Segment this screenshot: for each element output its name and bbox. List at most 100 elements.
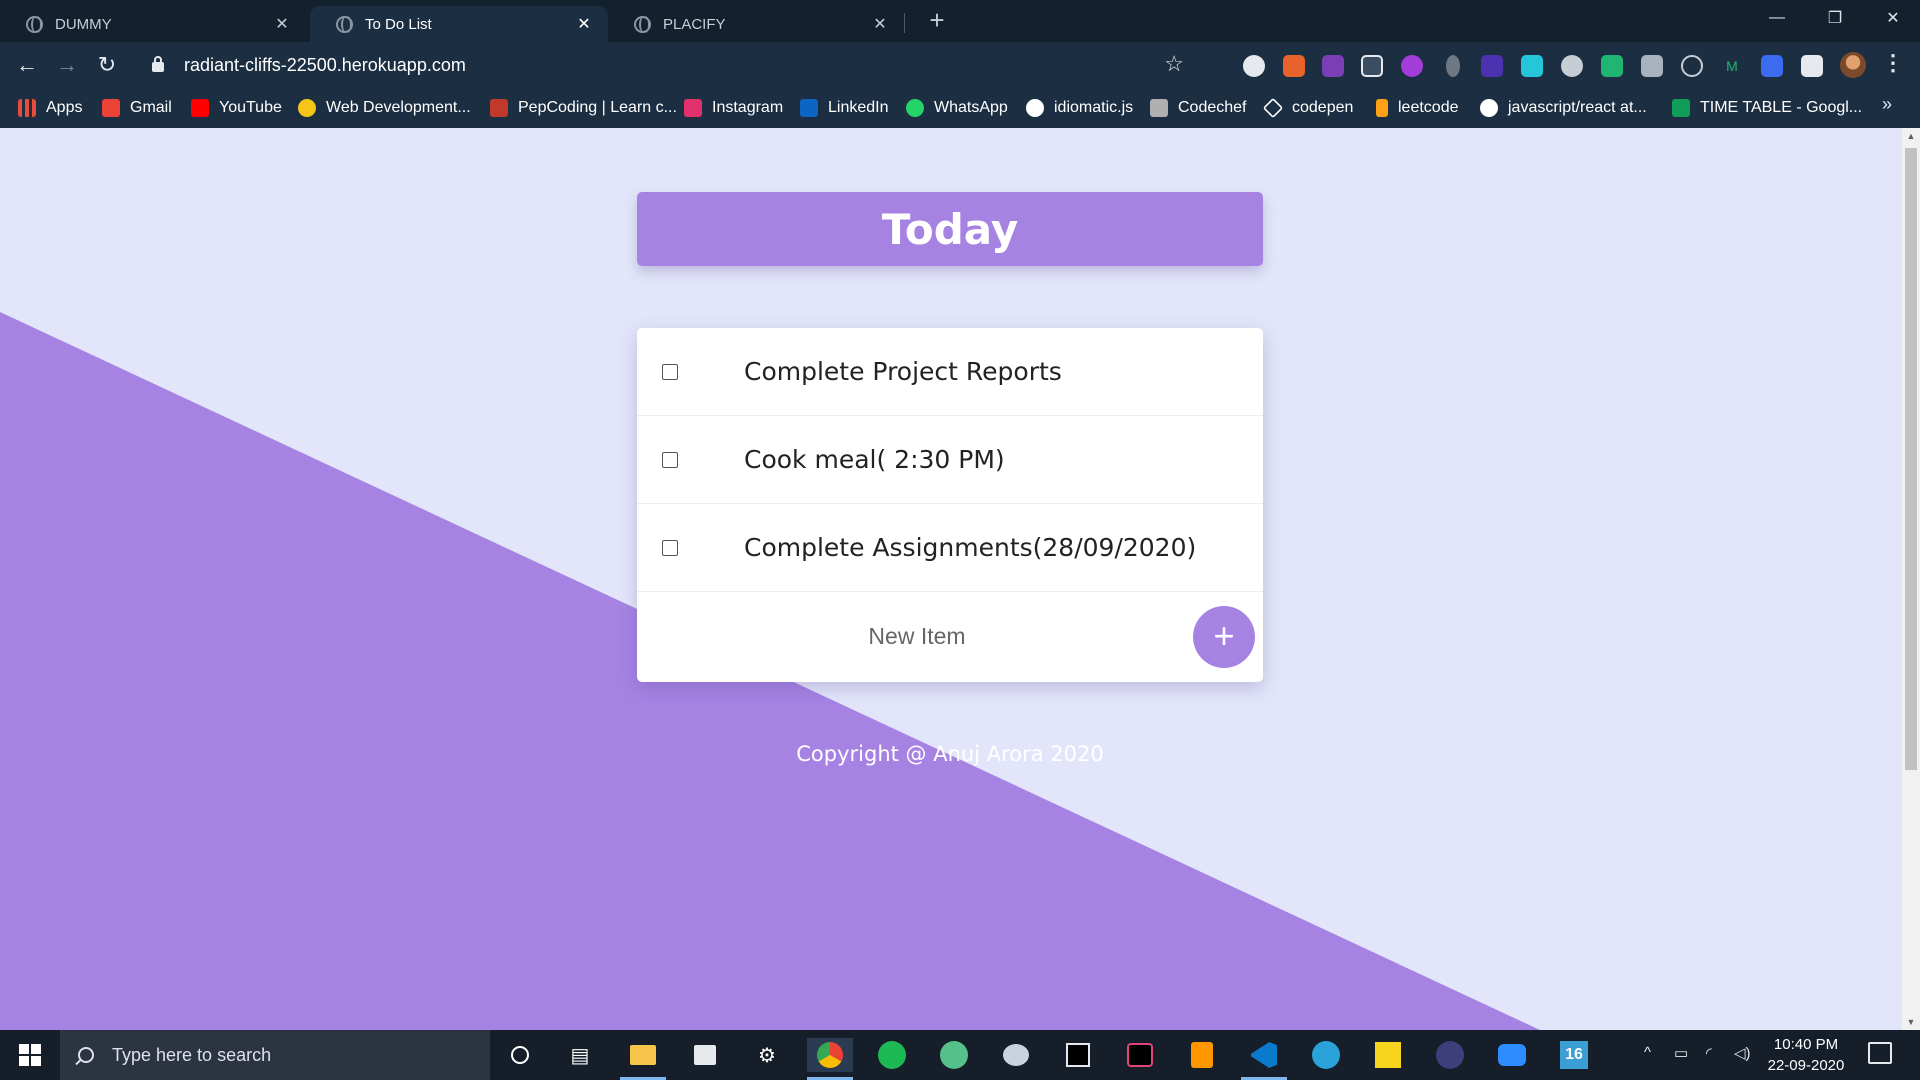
item-checkbox[interactable] <box>662 363 678 380</box>
telegram-icon[interactable] <box>1309 1038 1343 1072</box>
bookmark-star-icon[interactable]: ☆ <box>1164 51 1184 77</box>
bookmark-label: PepCoding | Learn c... <box>518 99 677 116</box>
atom-icon[interactable] <box>937 1038 971 1072</box>
extension-icon[interactable] <box>1601 55 1623 77</box>
footer-copyright: Copyright @ Anuj Arora 2020 <box>796 742 1104 766</box>
sublime-text-icon[interactable] <box>1185 1038 1219 1072</box>
clock-date: 22-09-2020 <box>1767 1057 1845 1074</box>
bookmark-time-table[interactable]: TIME TABLE - Googl... <box>1672 96 1862 120</box>
search-icon <box>78 1047 94 1063</box>
page-scrollbar[interactable]: ▲ ▼ <box>1902 128 1920 1030</box>
spotify-icon[interactable] <box>875 1038 909 1072</box>
onenote-icon[interactable] <box>1322 55 1344 77</box>
bookmark-linkedin[interactable]: LinkedIn <box>800 96 889 120</box>
bookmark-idiomatic-js[interactable]: idiomatic.js <box>1026 96 1133 120</box>
bookmark-label: LinkedIn <box>828 99 889 116</box>
close-icon[interactable]: ✕ <box>270 14 294 34</box>
tab-placify[interactable]: PLACIFY ✕ <box>608 6 904 42</box>
bookmark-apps[interactable]: Apps <box>18 96 82 120</box>
scrollbar-thumb[interactable] <box>1905 148 1917 770</box>
extension-icon[interactable] <box>1401 55 1423 77</box>
task-view-icon[interactable]: ▤ <box>563 1038 597 1072</box>
notification-center-icon[interactable] <box>1868 1042 1892 1064</box>
bookmark-javascript-react[interactable]: javascript/react at... <box>1480 96 1647 120</box>
bookmark-whatsapp[interactable]: WhatsApp <box>906 96 1008 120</box>
bookmark-instagram[interactable]: Instagram <box>684 96 783 120</box>
intellij-icon[interactable] <box>1061 1038 1095 1072</box>
new-tab-button[interactable]: + <box>922 6 952 36</box>
new-item-row: New Item + <box>637 592 1263 680</box>
lock-icon <box>152 56 164 72</box>
bookmark-label: javascript/react at... <box>1508 99 1647 116</box>
close-icon[interactable]: ✕ <box>572 14 596 34</box>
github-icon <box>1026 99 1044 117</box>
bookmark-codechef[interactable]: Codechef <box>1150 96 1247 120</box>
clock-time: 10:40 PM <box>1773 1036 1839 1053</box>
app-icon[interactable] <box>999 1038 1033 1072</box>
forward-button[interactable]: → <box>52 50 82 80</box>
bookmark-leetcode[interactable]: leetcode <box>1376 96 1459 120</box>
profile-avatar[interactable] <box>1840 52 1866 78</box>
volume-icon[interactable]: ◁) <box>1734 1044 1751 1062</box>
instagram-icon <box>684 99 702 117</box>
zoom-icon[interactable] <box>1495 1038 1529 1072</box>
battery-icon[interactable]: ▭ <box>1674 1044 1688 1062</box>
extension-icon[interactable] <box>1521 55 1543 77</box>
store-icon[interactable] <box>688 1038 722 1072</box>
settings-gear-icon[interactable]: ⚙ <box>750 1038 784 1072</box>
extension-icon[interactable]: M <box>1721 55 1743 77</box>
scroll-down-arrow-icon[interactable]: ▼ <box>1902 1014 1920 1030</box>
extension-icon[interactable] <box>1283 55 1305 77</box>
close-window-button[interactable]: ✕ <box>1864 0 1920 36</box>
eclipse-icon[interactable] <box>1433 1038 1467 1072</box>
pocket-icon[interactable] <box>1361 55 1383 77</box>
sticky-notes-icon[interactable] <box>1371 1038 1405 1072</box>
start-button[interactable] <box>0 1030 60 1080</box>
extension-icon[interactable] <box>1761 55 1783 77</box>
tab-title: DUMMY <box>55 15 112 33</box>
extension-icon[interactable] <box>1446 55 1460 77</box>
wifi-icon[interactable]: ◜ <box>1706 1044 1712 1062</box>
app-16-icon[interactable]: 16 <box>1557 1038 1591 1072</box>
bookmark-label: Instagram <box>712 99 784 116</box>
close-icon[interactable]: ✕ <box>868 14 892 34</box>
item-checkbox[interactable] <box>662 539 678 556</box>
url-text[interactable]: radiant-cliffs-22500.herokuapp.com <box>184 55 466 76</box>
extension-icon[interactable] <box>1243 55 1265 77</box>
github-icon <box>1480 99 1498 117</box>
bookmarks-overflow-button[interactable]: » <box>1882 94 1892 115</box>
puzzle-icon[interactable] <box>1801 55 1823 77</box>
browser-menu-icon[interactable]: ⋮ <box>1882 50 1904 76</box>
chrome-icon[interactable] <box>807 1038 853 1072</box>
tray-chevron-icon[interactable]: ^ <box>1644 1044 1651 1061</box>
bookmark-gmail[interactable]: Gmail <box>102 96 172 120</box>
bookmark-codepen[interactable]: codepen <box>1262 96 1353 120</box>
item-checkbox[interactable] <box>662 451 678 468</box>
bookmark-web-development[interactable]: Web Development... <box>298 96 471 120</box>
taskbar-search-box[interactable]: Type here to search <box>60 1030 490 1080</box>
reload-button[interactable]: ↻ <box>92 50 122 80</box>
extension-icon[interactable] <box>1641 55 1663 77</box>
minimize-button[interactable]: — <box>1748 0 1806 36</box>
vscode-icon[interactable] <box>1247 1038 1281 1072</box>
extension-icon[interactable] <box>1481 55 1503 77</box>
scroll-up-arrow-icon[interactable]: ▲ <box>1902 128 1920 144</box>
bookmark-pepcoding[interactable]: PepCoding | Learn c... <box>490 96 677 120</box>
tab-dummy[interactable]: DUMMY ✕ <box>0 6 306 42</box>
codepen-icon <box>1262 97 1284 119</box>
tab-to-do-list[interactable]: To Do List ✕ <box>310 6 608 42</box>
bookmark-site-icon <box>298 99 316 117</box>
restore-button[interactable]: ❐ <box>1806 0 1864 36</box>
react-icon[interactable] <box>1681 55 1703 77</box>
bookmark-label: TIME TABLE - Googl... <box>1700 99 1863 116</box>
terminal-icon[interactable] <box>1123 1038 1157 1072</box>
file-explorer-icon[interactable] <box>626 1038 660 1072</box>
cortana-icon[interactable] <box>503 1038 537 1072</box>
address-bar[interactable]: radiant-cliffs-22500.herokuapp.com ☆ <box>138 48 1198 82</box>
new-item-input[interactable]: New Item <box>637 592 1197 680</box>
back-button[interactable]: ← <box>12 50 42 80</box>
gear-icon[interactable] <box>1561 55 1583 77</box>
add-item-button[interactable]: + <box>1193 606 1255 668</box>
bookmark-youtube[interactable]: YouTube <box>191 96 282 120</box>
taskbar-clock[interactable]: 10:40 PM 22-09-2020 <box>1756 1034 1856 1076</box>
